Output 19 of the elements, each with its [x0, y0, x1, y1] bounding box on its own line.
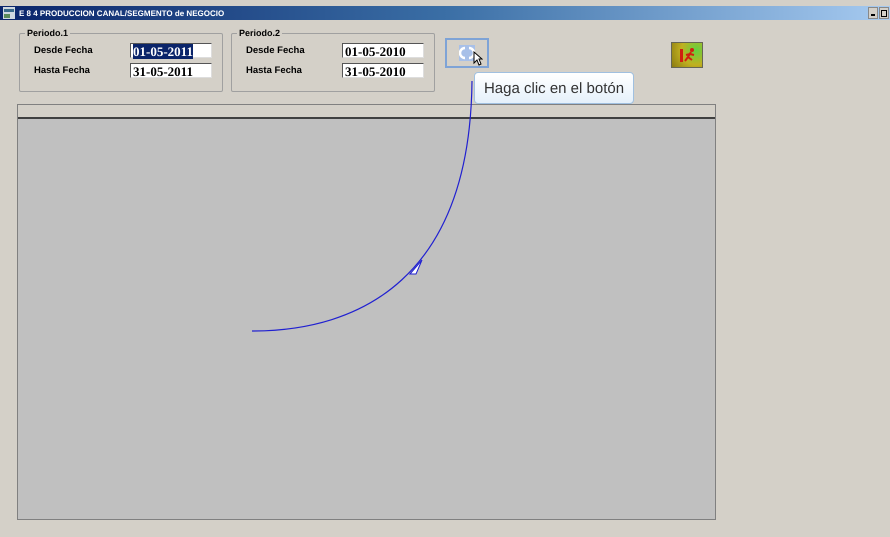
refresh-button[interactable]	[445, 38, 489, 68]
group-title: Periodo.1	[26, 28, 70, 38]
date-field[interactable]: 01-05-2011	[130, 42, 212, 58]
mouse-cursor-icon	[473, 51, 483, 66]
field-label: Desde Fecha	[34, 44, 93, 56]
date-field[interactable]: 31-05-2011	[130, 62, 212, 78]
date-field[interactable]: 31-05-2010	[342, 62, 424, 78]
field-label: Hasta Fecha	[246, 64, 302, 76]
window-title: E 8 4 PRODUCCION CANAL/SEGMENTO de NEGOCIO	[19, 8, 224, 18]
app-icon	[3, 7, 15, 19]
maximize-button[interactable]	[879, 7, 889, 19]
date-field[interactable]: 01-05-2010	[342, 42, 424, 58]
tooltip: Haga clic en el botón	[474, 72, 634, 104]
refresh-icon	[459, 45, 475, 61]
group-title: Periodo.2	[238, 28, 282, 38]
field-label: Desde Fecha	[246, 44, 305, 56]
exit-button[interactable]	[671, 42, 703, 68]
minimize-button[interactable]	[868, 7, 878, 19]
field-label: Hasta Fecha	[34, 64, 90, 76]
